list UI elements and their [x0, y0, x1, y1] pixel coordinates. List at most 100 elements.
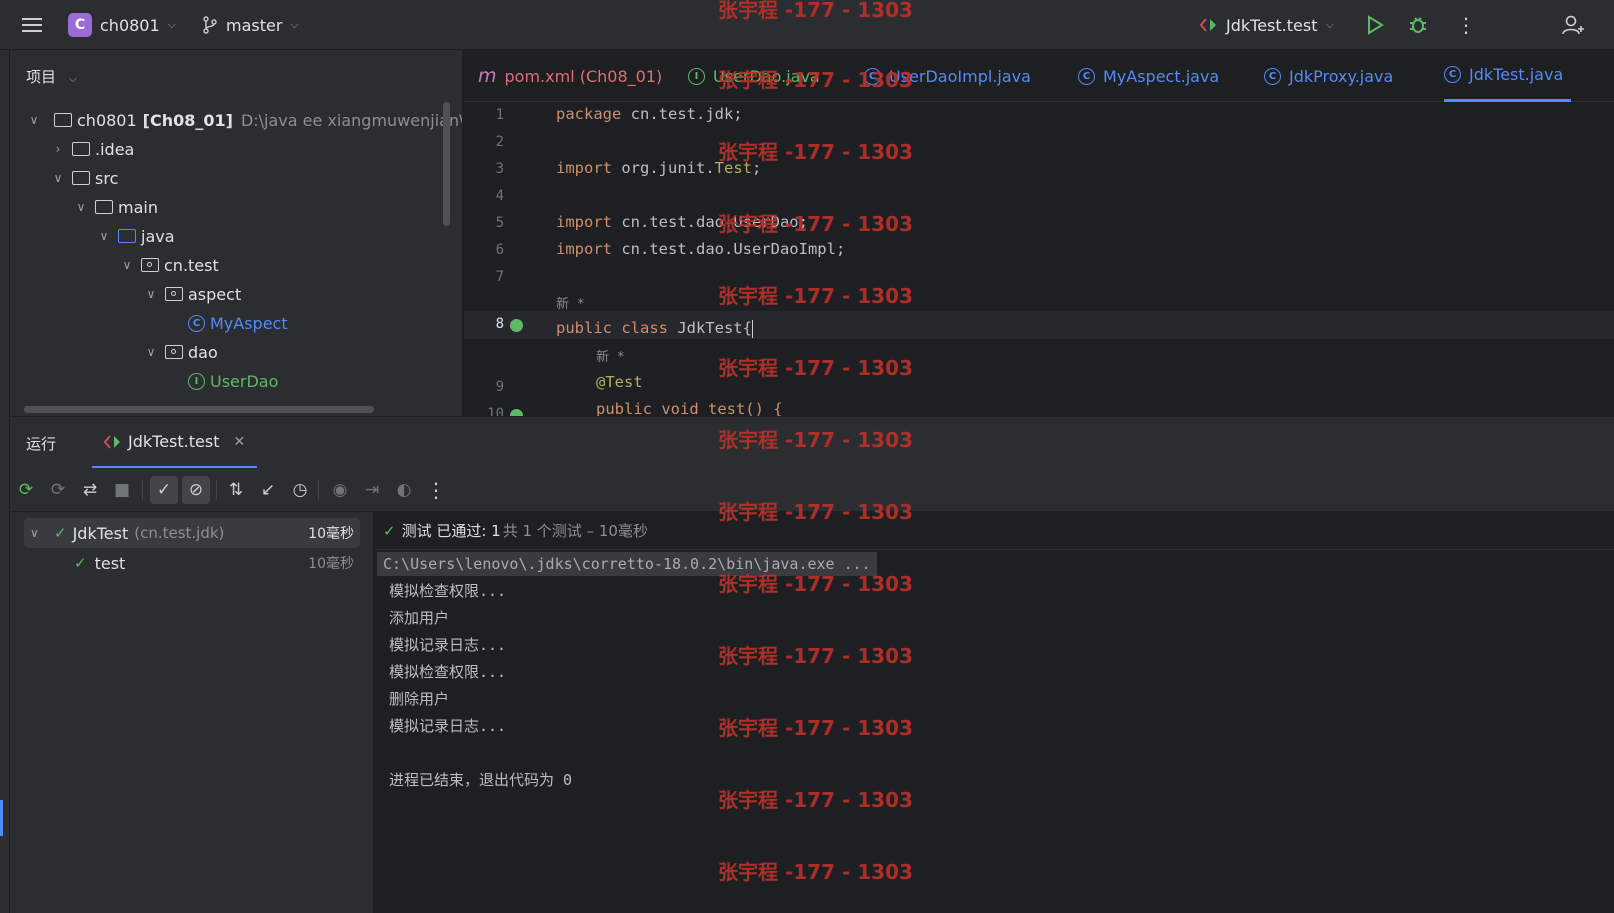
add-user-button[interactable] — [1562, 0, 1586, 50]
tree-item-src[interactable]: ∨ src — [50, 163, 119, 193]
line-number: 4 — [495, 188, 504, 204]
tree-item-java[interactable]: ∨ java — [96, 221, 175, 251]
line-number: 1 — [495, 107, 504, 123]
line-number: 8 — [495, 316, 504, 332]
toggle-auto-test-icon[interactable]: ⇄ — [76, 476, 104, 504]
chevron-down-icon[interactable]: ∨ — [143, 345, 159, 359]
project-name: ch0801 — [100, 15, 160, 35]
tree-module-name: [Ch08_01] — [142, 110, 233, 130]
debug-button[interactable] — [1408, 0, 1428, 50]
run-config-selector[interactable]: JdkTest.test ⌵ — [1200, 0, 1334, 50]
tree-item-cn-test[interactable]: ∨ cn.test — [119, 250, 219, 280]
main-menu-icon[interactable] — [22, 0, 42, 50]
more-actions-icon[interactable]: ⋮ — [1456, 0, 1476, 50]
tab-label: pom.xml (Ch08_01) — [504, 66, 663, 86]
project-panel-header[interactable]: 项目 ⌵ — [26, 66, 77, 87]
test-case-row[interactable]: ✓ test 10毫秒 — [24, 548, 360, 578]
chevron-down-icon[interactable]: ∨ — [119, 258, 135, 272]
project-badge: C — [68, 13, 92, 37]
tree-label: .idea — [95, 139, 135, 159]
run-button[interactable] — [1366, 0, 1384, 50]
show-passed-icon[interactable]: ✓ — [150, 476, 178, 504]
passed-check-icon: ✓ — [74, 554, 87, 572]
project-switcher[interactable]: C ch0801 ⌵ — [68, 0, 176, 50]
class-icon: C — [864, 67, 881, 85]
camera-icon[interactable]: ◉ — [326, 476, 354, 504]
close-icon[interactable]: ✕ — [233, 434, 245, 450]
class-icon: C — [188, 314, 205, 332]
test-suite-row[interactable]: ∨ ✓ JdkTest (cn.test.jdk) 10毫秒 — [24, 518, 360, 548]
tree-label: aspect — [188, 284, 242, 304]
sort-icon[interactable]: ⇅ — [222, 476, 250, 504]
tree-item-dao[interactable]: ∨ dao — [143, 337, 218, 367]
branch-name: master — [226, 15, 283, 35]
line-number: 7 — [495, 269, 504, 285]
interface-icon: I — [188, 372, 205, 390]
vertical-scrollbar[interactable] — [443, 102, 450, 226]
chevron-down-icon: ⌵ — [68, 72, 78, 85]
tab-jdkproxy[interactable]: C JdkProxy.java — [1264, 50, 1393, 102]
rerun-icon[interactable]: ⟳ — [12, 476, 40, 504]
tree-item-aspect[interactable]: ∨ aspect — [143, 279, 242, 309]
run-tab-jdktest[interactable]: JdkTest.test ✕ — [92, 417, 258, 469]
tree-label: MyAspect — [210, 313, 288, 333]
tree-item-main[interactable]: ∨ main — [73, 192, 158, 222]
toolbar-separator — [216, 480, 217, 500]
run-test-gutter-icon[interactable] — [510, 409, 523, 416]
tree-label: ch0801 — [77, 110, 137, 130]
tab-userdao[interactable]: I UserDao.java — [688, 50, 820, 102]
collapse-icon[interactable]: ↙ — [254, 476, 282, 504]
source-folder-icon — [118, 229, 136, 243]
tree-item-ch0801[interactable]: ∨ ch0801 [Ch08_01] D:\java ee xiangmuwen… — [26, 105, 463, 135]
editor-tabs: m pom.xml (Ch08_01) I UserDao.java C Use… — [464, 50, 1614, 102]
chevron-down-icon[interactable]: ∨ — [73, 200, 89, 214]
tree-item-idea[interactable]: › .idea — [50, 134, 135, 164]
tree-path: D:\java ee xiangmuwenjian\ch — [240, 110, 463, 130]
git-branch-icon — [203, 16, 217, 34]
tree-item-myaspect[interactable]: C MyAspect — [182, 308, 288, 338]
tree-label: main — [118, 197, 158, 217]
more-actions-icon[interactable]: ⋮ — [422, 476, 450, 504]
coverage-icon[interactable]: ◐ — [390, 476, 418, 504]
tab-label: MyAspect.java — [1103, 66, 1220, 86]
code-line-1: package cn.test.jdk; — [556, 105, 743, 123]
tab-pom-xml[interactable]: m pom.xml (Ch08_01) — [478, 50, 662, 102]
tab-label: JdkTest.java — [1469, 65, 1564, 84]
chevron-down-icon[interactable]: ∨ — [50, 171, 66, 185]
tab-label: JdkProxy.java — [1289, 66, 1394, 86]
tab-userdaoimpl[interactable]: C UserDaoImpl.java — [864, 50, 1031, 102]
tree-label: cn.test — [164, 255, 219, 275]
tab-myaspect[interactable]: C MyAspect.java — [1078, 50, 1219, 102]
branch-switcher[interactable]: master ⌵ — [202, 0, 299, 50]
console-output[interactable]: ✓ 测试 已通过: 1 共 1 个测试 – 10毫秒 C:\Users\leno… — [375, 512, 1614, 913]
chevron-down-icon[interactable]: ∨ — [96, 229, 112, 243]
toolbar-separator — [318, 480, 319, 500]
code-editor[interactable]: 1 2 3 4 5 6 7 8 9 10 package cn.test.jdk… — [464, 103, 1614, 416]
test-duration: 10毫秒 — [308, 526, 354, 542]
text-caret — [751, 319, 754, 338]
chevron-down-icon[interactable]: ∨ — [26, 113, 42, 127]
tree-label: java — [141, 226, 175, 246]
chevron-right-icon[interactable]: › — [50, 142, 66, 156]
rerun-failed-icon[interactable]: ⟳ — [44, 476, 72, 504]
console-line: 删除用户 — [389, 690, 450, 708]
tab-jdktest[interactable]: C JdkTest.java — [1444, 50, 1572, 102]
maven-icon: m — [478, 65, 497, 87]
chevron-down-icon[interactable]: ∨ — [30, 526, 44, 540]
show-ignored-icon[interactable]: ⊘ — [182, 476, 210, 504]
class-icon: C — [1444, 66, 1461, 83]
console-command-line[interactable]: C:\Users\lenovo\.jdks\corretto-18.0.2\bi… — [377, 552, 877, 576]
code-line-5: import cn.test.dao.UserDao; — [556, 213, 808, 231]
chevron-down-icon[interactable]: ∨ — [143, 287, 159, 301]
title-bar: C ch0801 ⌵ master ⌵ JdkTest.test ⌵ ⋮ — [0, 0, 1614, 50]
tests-passed-label: 测试 已通过: 1 — [401, 522, 501, 540]
import-icon[interactable]: ⇥ — [358, 476, 386, 504]
stop-icon[interactable]: ■ — [108, 476, 136, 504]
horizontal-scrollbar[interactable] — [24, 406, 374, 413]
tree-item-userdao[interactable]: I UserDao — [182, 366, 278, 396]
inlay-hint-author: 新 * — [556, 297, 585, 312]
history-icon[interactable]: ◷ — [286, 476, 314, 504]
chevron-down-icon: ⌵ — [167, 18, 176, 31]
module-icon — [54, 113, 72, 127]
run-test-gutter-icon[interactable] — [510, 319, 523, 332]
